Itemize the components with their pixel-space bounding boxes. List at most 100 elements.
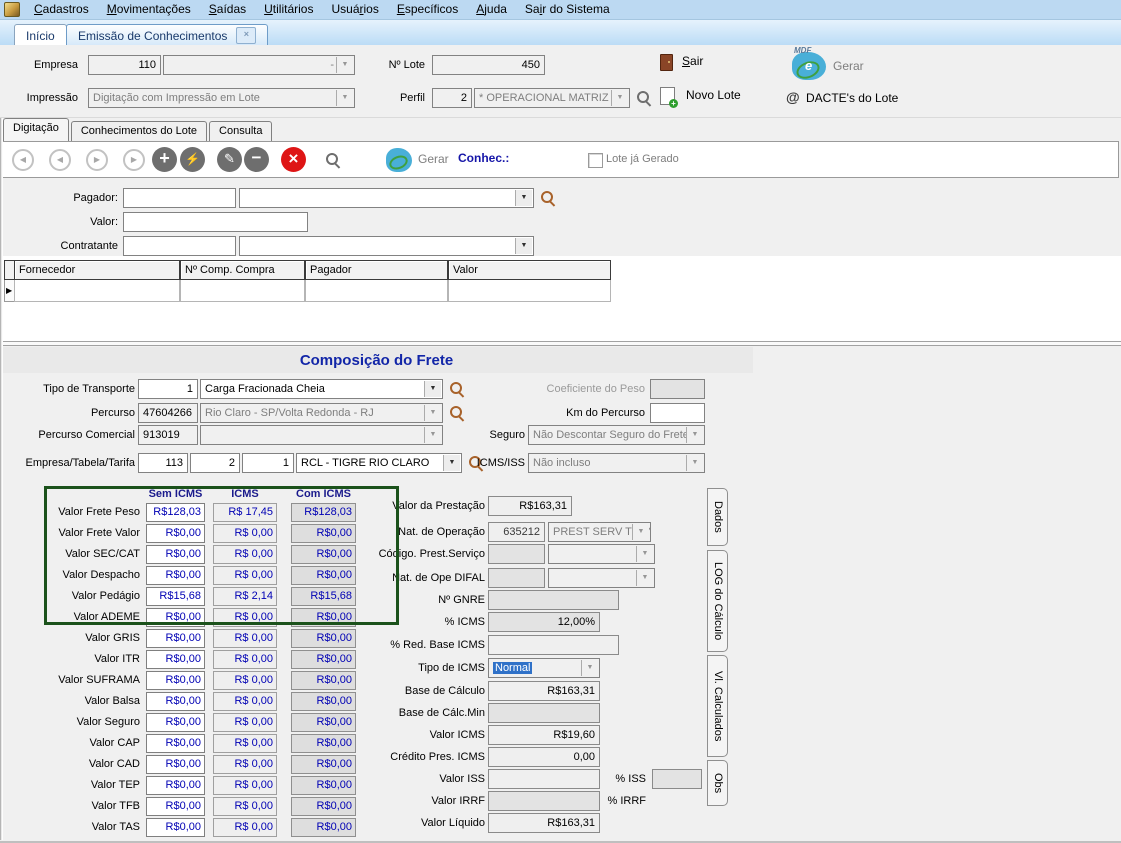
coeficiente-do-peso-label: Coeficiente do Peso — [520, 379, 645, 399]
valores-row-label: Valor Despacho — [8, 566, 140, 585]
grid-column-header[interactable]: Fornecedor — [14, 260, 180, 280]
valores-icms-field: R$ 0,00 — [213, 797, 277, 816]
tipo-de-transporte-code-field[interactable]: 1 — [138, 379, 198, 399]
remove-button[interactable] — [244, 147, 269, 172]
cte-gerar-label: Gerar — [418, 152, 449, 166]
menu-items: CadastrosMovimentaçõesSaídasUtilitáriosU… — [25, 0, 619, 19]
pagador-code-input[interactable] — [123, 188, 236, 208]
nat-de-operacao-label: Nat. de Operação — [348, 522, 485, 542]
side-tab-vl-calculados[interactable]: Vl. Calculados — [707, 655, 728, 757]
tabela-value: RCL - TIGRE RIO CLARO — [301, 457, 429, 469]
nav-first-button[interactable] — [12, 149, 34, 171]
valores-icms-field: R$ 0,00 — [213, 566, 277, 585]
tipo-de-transporte-combo[interactable]: Carga Fracionada Cheia — [200, 379, 443, 399]
valores-sem-icms-field[interactable]: R$0,00 — [146, 566, 205, 585]
grid-cell[interactable] — [305, 280, 448, 302]
tab-digitacao[interactable]: Digitação — [3, 118, 69, 141]
percurso-value: Rio Claro - SP/Volta Redonda - RJ — [205, 407, 374, 419]
valores-sem-icms-field[interactable]: R$0,00 — [146, 608, 205, 627]
lote-ja-gerado-checkbox[interactable] — [588, 153, 603, 168]
grid-cell[interactable] — [14, 280, 180, 302]
perfil-search-icon[interactable] — [636, 90, 653, 107]
valores-row-label: Valor SEC/CAT — [8, 545, 140, 564]
valores-sem-icms-field[interactable]: R$0,00 — [146, 671, 205, 690]
valores-sem-icms-field[interactable]: R$0,00 — [146, 734, 205, 753]
valores-icms-field: R$ 0,00 — [213, 524, 277, 543]
codigo-prest-servico-combo — [548, 544, 655, 564]
edit-button[interactable] — [217, 147, 242, 172]
grid-column-header[interactable]: Valor — [448, 260, 611, 280]
close-tab-icon[interactable] — [236, 27, 256, 44]
perc-iss-label: % ISS — [598, 769, 646, 789]
menu-item-movimentacoes[interactable]: Movimentações — [98, 0, 200, 19]
menu-item-ajuda[interactable]: Ajuda — [467, 0, 516, 19]
grid-cell[interactable] — [448, 280, 611, 302]
tabela-tabela-field[interactable]: 2 — [190, 453, 240, 473]
valores-sem-icms-field[interactable]: R$0,00 — [146, 797, 205, 816]
tab-inicio[interactable]: Início — [14, 24, 67, 46]
sair-button[interactable]: Sair — [660, 53, 730, 71]
grid-column-header[interactable]: Nº Comp. Compra — [180, 260, 305, 280]
tab-emissao-de-conhecimentos[interactable]: Emissão de Conhecimentos — [66, 24, 268, 46]
valores-sem-icms-field[interactable]: R$15,68 — [146, 587, 205, 606]
nav-next-button[interactable] — [86, 149, 108, 171]
mdfe-gerar-label: Gerar — [833, 59, 864, 73]
icms-iss-combo: Não incluso — [528, 453, 705, 473]
km-do-percurso-input[interactable] — [650, 403, 705, 423]
menu-item-post: ovimentações — [117, 2, 191, 16]
valores-sem-icms-field[interactable]: R$0,00 — [146, 629, 205, 648]
valores-sem-icms-field[interactable]: R$0,00 — [146, 650, 205, 669]
add-button[interactable] — [152, 147, 177, 172]
valores-sem-icms-field[interactable]: R$0,00 — [146, 755, 205, 774]
nav-last-button[interactable] — [123, 149, 145, 171]
chevron-down-icon — [424, 405, 441, 421]
icms-iss-value: Não incluso — [533, 457, 590, 469]
pagador-combo[interactable] — [239, 188, 534, 208]
tabela-tarifa-field[interactable]: 1 — [242, 453, 294, 473]
tipo-transporte-search-icon[interactable] — [449, 381, 466, 398]
cancel-button[interactable] — [281, 147, 306, 172]
cte-gerar-button[interactable]: Gerar — [386, 146, 461, 174]
pagador-search-icon[interactable] — [540, 190, 557, 207]
menu-item-especificos[interactable]: Específicos — [388, 0, 467, 19]
at-icon: @ — [786, 89, 800, 105]
tabela-empresa-field[interactable]: 113 — [138, 453, 188, 473]
valores-com-icms-field: R$0,00 — [291, 545, 356, 564]
tab-conhecimentos-do-lote[interactable]: Conhecimentos do Lote — [71, 121, 207, 141]
n-gnre-label: Nº GNRE — [348, 590, 485, 610]
n-gnre-field — [488, 590, 619, 610]
mdfe-gerar-button[interactable]: e MDF Gerar — [786, 47, 896, 83]
valores-sem-icms-field[interactable]: R$0,00 — [146, 713, 205, 732]
side-tab-log-do-calculo[interactable]: LOG do Cálculo — [707, 550, 728, 652]
menu-item-cadastros[interactable]: Cadastros — [25, 0, 98, 19]
valores-sem-icms-field[interactable]: R$0,00 — [146, 524, 205, 543]
menu-item-utilitarios[interactable]: Utilitários — [255, 0, 322, 19]
dacte-do-lote-button[interactable]: @ DACTE's do Lote — [786, 89, 916, 107]
search-icon[interactable] — [325, 152, 344, 171]
valores-sem-icms-field[interactable]: R$0,00 — [146, 545, 205, 564]
valores-sem-icms-field[interactable]: R$0,00 — [146, 818, 205, 837]
tipo-de-icms-combo[interactable]: Normal — [488, 658, 600, 678]
percurso-search-icon[interactable] — [449, 405, 466, 422]
percurso-comercial-code-field: 913019 — [138, 425, 198, 445]
side-tab-dados[interactable]: Dados — [707, 488, 728, 546]
valores-sem-icms-field[interactable]: R$0,00 — [146, 692, 205, 711]
side-tab-obs[interactable]: Obs — [707, 760, 728, 806]
grid-column-header[interactable]: Pagador — [305, 260, 448, 280]
nav-prev-button[interactable] — [49, 149, 71, 171]
menu-item-usuarios[interactable]: Usuários — [322, 0, 387, 19]
percurso-code-field: 47604266 — [138, 403, 198, 423]
novo-lote-button[interactable]: Novo Lote — [660, 87, 770, 105]
refresh-bolt-button[interactable] — [180, 147, 205, 172]
menu-item-saidas[interactable]: Saídas — [200, 0, 255, 19]
valor-input[interactable] — [123, 212, 308, 232]
contratante-code-input[interactable] — [123, 236, 236, 256]
impressao-label: Impressão — [8, 88, 78, 108]
menu-item-sair-do-sistema[interactable]: Sair do Sistema — [516, 0, 619, 19]
tab-consulta[interactable]: Consulta — [209, 121, 272, 141]
contratante-combo[interactable] — [239, 236, 534, 256]
valores-sem-icms-field[interactable]: R$128,03 — [146, 503, 205, 522]
grid-cell[interactable] — [180, 280, 305, 302]
valores-row-label: Valor TAS — [8, 818, 140, 837]
valores-sem-icms-field[interactable]: R$0,00 — [146, 776, 205, 795]
